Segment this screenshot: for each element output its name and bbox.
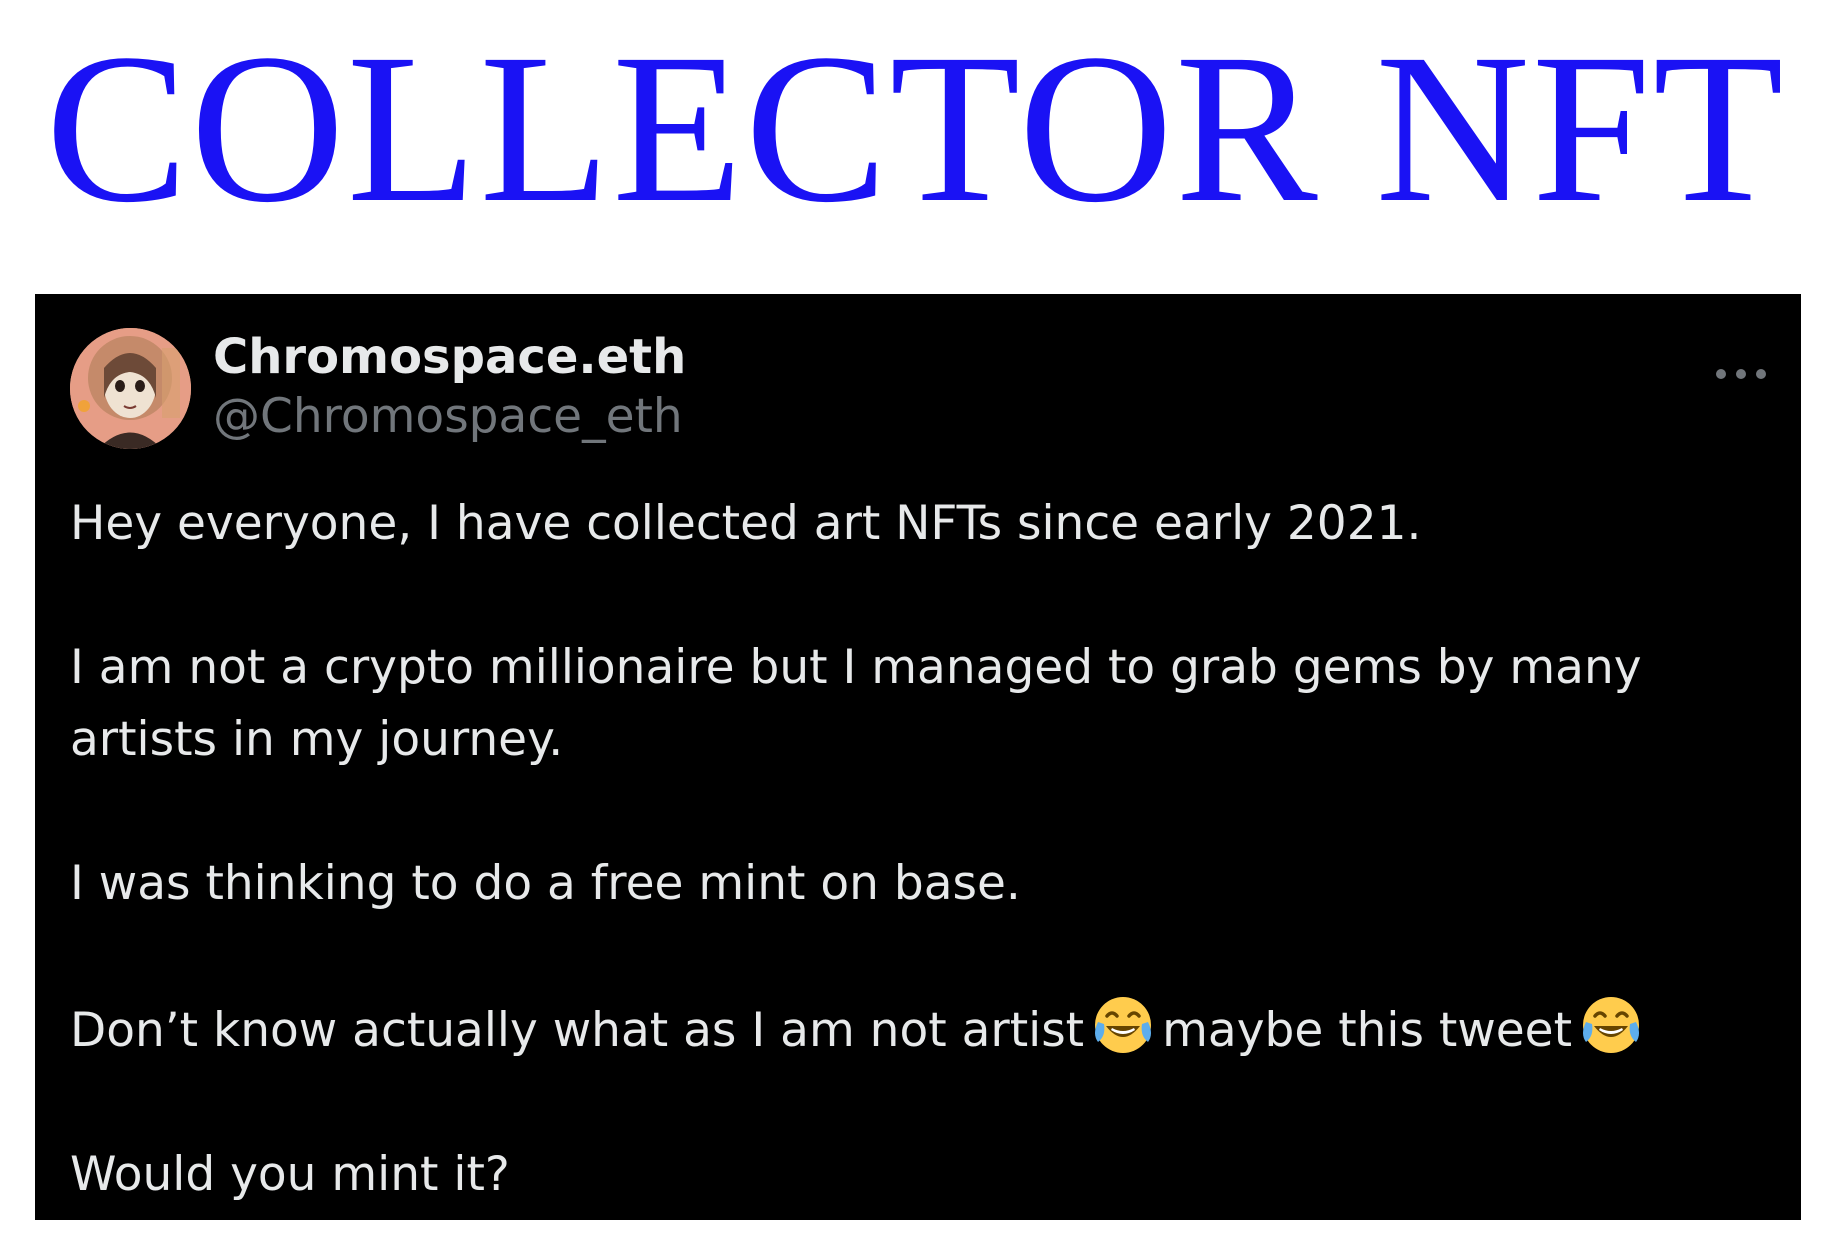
user-handle[interactable]: @Chromospace_eth (213, 389, 683, 445)
face-with-tears-of-joy-icon (1578, 992, 1644, 1058)
tweet-line: Don’t know actually what as I am not art… (70, 1003, 1085, 1058)
more-dots-icon[interactable] (1711, 364, 1771, 384)
tweet-card[interactable]: Chromospace.eth @Chromospace_eth Hey eve… (35, 294, 1801, 1220)
tweet-paragraph: Don’t know actually what as I am not art… (70, 992, 1770, 1067)
page-title: COLLECTOR NFT (45, 10, 1786, 247)
tweet-line: I am not a crypto millionaire but I mana… (70, 640, 1642, 695)
tweet-paragraph: artists in my journey. (70, 704, 1770, 776)
face-with-tears-of-joy-icon (1090, 992, 1156, 1058)
tweet-paragraph: I was thinking to do a free mint on base… (70, 856, 1021, 911)
display-name[interactable]: Chromospace.eth (213, 328, 686, 386)
tweet-paragraph: Hey everyone, I have collected art NFTs … (70, 496, 1422, 551)
tweet-paragraph: I am not a crypto millionaire but I mana… (70, 632, 1770, 704)
tweet-line: artists in my journey. (70, 712, 564, 767)
tweet-paragraph: Would you mint it? (70, 1147, 510, 1202)
tweet-text: Hey everyone, I have collected art NFTs … (70, 488, 1770, 1211)
tweet-line: maybe this tweet (1162, 1003, 1573, 1058)
avatar-portrait-icon[interactable] (70, 328, 191, 449)
